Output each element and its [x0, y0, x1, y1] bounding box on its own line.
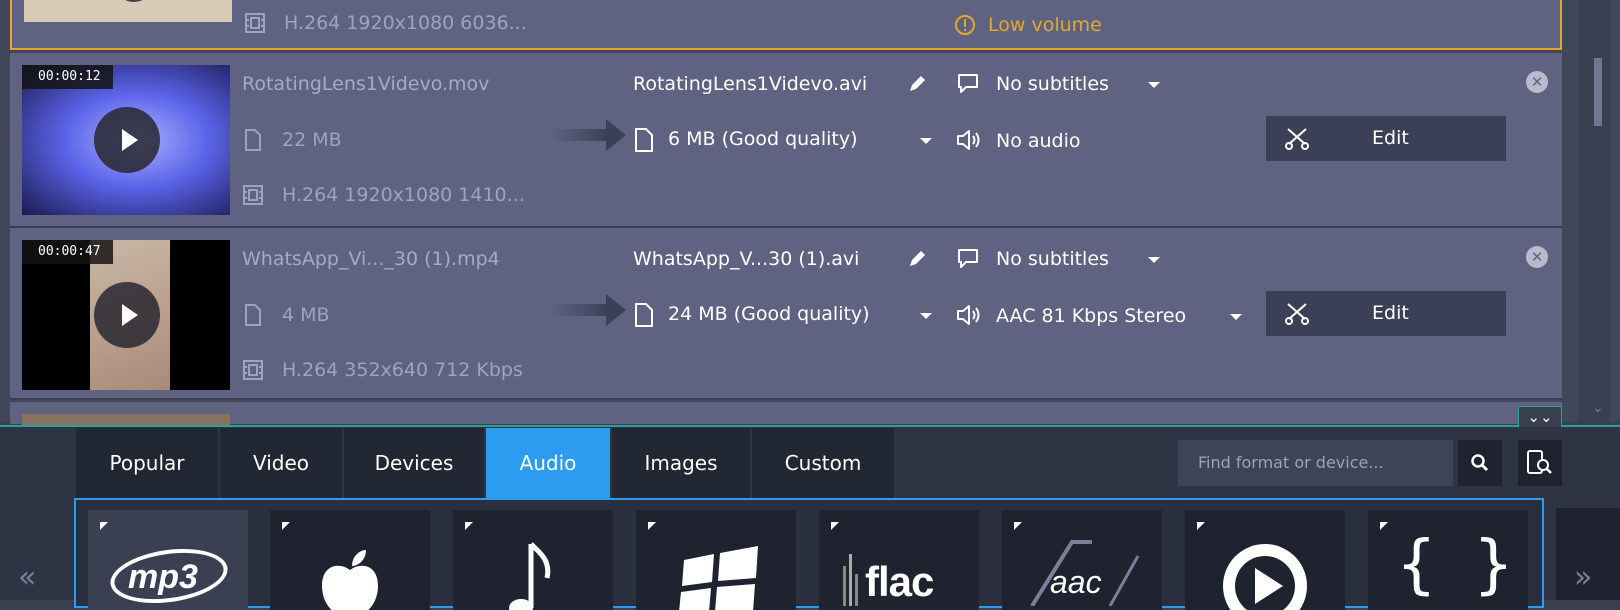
tab-video[interactable]: Video: [220, 428, 342, 498]
tab-popular[interactable]: Popular: [76, 428, 218, 498]
music-note-icon: [509, 542, 551, 610]
prev-formats-arrow[interactable]: «: [18, 560, 36, 595]
edit-button[interactable]: Edit: [1266, 291, 1506, 336]
video-thumbnail[interactable]: 00:00:12: [22, 65, 230, 215]
file-row-selected[interactable]: H.264 1920x1080 6036... Low volume: [10, 0, 1562, 50]
input-file-name: WhatsApp_Vi..._30 (1).mp4: [242, 248, 500, 270]
tab-custom[interactable]: Custom: [752, 428, 894, 498]
format-music-note[interactable]: [453, 510, 613, 610]
convert-arrow-icon: [550, 294, 626, 326]
speaker-icon: [957, 305, 980, 325]
format-windows[interactable]: [636, 510, 796, 610]
edit-button[interactable]: Edit: [1266, 116, 1506, 161]
quality-dropdown-caret[interactable]: [920, 313, 932, 319]
film-icon: [245, 13, 265, 33]
scroll-down-icon[interactable]: ⌄: [1592, 400, 1604, 416]
play-button[interactable]: [94, 107, 160, 173]
play-circle-icon: [1223, 544, 1307, 610]
corner-marker: [648, 522, 656, 530]
braces-icon: { }: [1396, 528, 1522, 602]
remove-file-icon[interactable]: ✕: [1526, 71, 1548, 93]
scissors-icon: [1285, 128, 1309, 150]
flac-icon: [843, 554, 858, 606]
mp3-label: mp3: [128, 558, 198, 596]
flac-label: flac: [865, 558, 934, 605]
pencil-icon[interactable]: [906, 73, 928, 95]
corner-marker: [1014, 522, 1022, 530]
low-volume-warning: Low volume: [988, 14, 1102, 36]
film-icon: [243, 185, 263, 205]
quality-dropdown-caret[interactable]: [920, 138, 932, 144]
scrollbar-thumb[interactable]: [1594, 58, 1602, 126]
corner-marker: [282, 522, 290, 530]
warning-icon: [955, 15, 975, 35]
timecode: 00:00:12: [22, 65, 113, 89]
output-size-quality[interactable]: 6 MB (Good quality): [668, 128, 858, 150]
convert-arrow-icon: [550, 119, 626, 151]
audio-track-select[interactable]: No audio: [996, 130, 1081, 152]
pencil-icon[interactable]: [906, 248, 928, 270]
format-flac[interactable]: flac: [819, 510, 979, 610]
file-row[interactable]: 00:00:47 WhatsApp_Vi..._30 (1).mp4 4 MB …: [10, 228, 1562, 400]
corner-marker: [100, 522, 108, 530]
format-play[interactable]: [1185, 510, 1345, 610]
format-mp3[interactable]: mp3: [88, 510, 248, 610]
tab-images[interactable]: Images: [612, 428, 750, 498]
scissors-icon: [1285, 303, 1309, 325]
video-thumbnail[interactable]: [24, 0, 232, 22]
subtitles-dropdown-caret[interactable]: [1148, 257, 1160, 263]
format-custom-braces[interactable]: { }: [1368, 510, 1528, 610]
timecode: 00:00:47: [22, 240, 113, 264]
film-icon: [243, 360, 263, 380]
file-icon: [245, 304, 261, 326]
play-button[interactable]: [94, 282, 160, 348]
file-icon: [245, 129, 261, 151]
remove-file-icon[interactable]: ✕: [1526, 246, 1548, 268]
search-icon: [1471, 454, 1489, 472]
search-button[interactable]: [1458, 440, 1502, 486]
aac-label: aac: [1050, 564, 1102, 600]
speech-bubble-icon: [958, 74, 978, 93]
edit-button-label: Edit: [1372, 127, 1409, 149]
file-list: H.264 1920x1080 6036... Low volume 00:00…: [0, 0, 1620, 426]
edit-button-label: Edit: [1372, 302, 1409, 324]
file-row[interactable]: [10, 402, 1562, 426]
tab-audio[interactable]: Audio: [486, 428, 610, 498]
subtitles-select[interactable]: No subtitles: [996, 73, 1109, 95]
file-row[interactable]: 00:00:12 RotatingLens1Videvo.mov 22 MB H…: [10, 53, 1562, 228]
output-file-icon: [635, 128, 653, 152]
speech-bubble-icon: [958, 249, 978, 268]
speaker-icon: [957, 130, 980, 150]
corner-marker: [465, 522, 473, 530]
output-file-name[interactable]: WhatsApp_V...30 (1).avi: [633, 248, 859, 270]
device-search-icon: [1527, 450, 1552, 474]
corner-marker: [1197, 522, 1205, 530]
output-file-name[interactable]: RotatingLens1Videvo.avi: [633, 73, 867, 95]
video-thumbnail[interactable]: 00:00:47: [22, 240, 230, 390]
output-file-icon: [635, 303, 653, 327]
device-detect-button[interactable]: [1518, 440, 1562, 486]
input-file-name: RotatingLens1Videvo.mov: [242, 73, 490, 95]
audio-dropdown-caret[interactable]: [1230, 314, 1242, 320]
corner-marker: [1380, 522, 1388, 530]
subtitles-dropdown-caret[interactable]: [1148, 82, 1160, 88]
next-formats-arrow[interactable]: »: [1574, 560, 1592, 595]
search-input[interactable]: Find format or device...: [1178, 440, 1453, 486]
format-apple[interactable]: [270, 510, 430, 610]
subtitles-select[interactable]: No subtitles: [996, 248, 1109, 270]
format-aac[interactable]: aac: [1002, 510, 1162, 610]
corner-marker: [831, 522, 839, 530]
audio-track-select[interactable]: AAC 81 Kbps Stereo: [996, 305, 1186, 327]
output-size-quality[interactable]: 24 MB (Good quality): [668, 303, 870, 325]
tab-devices[interactable]: Devices: [344, 428, 484, 498]
